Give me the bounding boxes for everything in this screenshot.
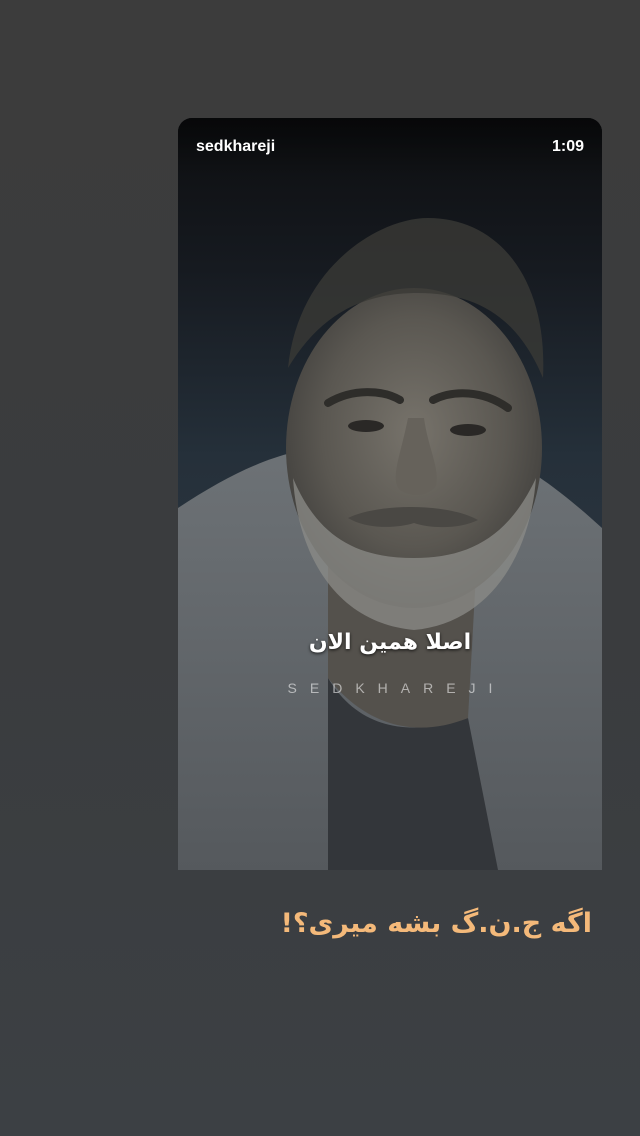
story-caption: اگه ج.ن.گ بشه میری؟!	[280, 908, 592, 939]
video-still-image	[178, 218, 602, 870]
story-header: sedkhareji 1:09	[178, 118, 602, 176]
story-username[interactable]: sedkhareji	[196, 138, 275, 156]
story-timestamp: 1:09	[551, 138, 584, 155]
video-watermark: SEDKHAREJI	[287, 680, 506, 696]
video-subtitle: اصلا همین الان	[308, 630, 472, 655]
story-video-card[interactable]: sedkhareji 1:09 اصلا همین الان SEDKHAREJ…	[178, 118, 602, 870]
